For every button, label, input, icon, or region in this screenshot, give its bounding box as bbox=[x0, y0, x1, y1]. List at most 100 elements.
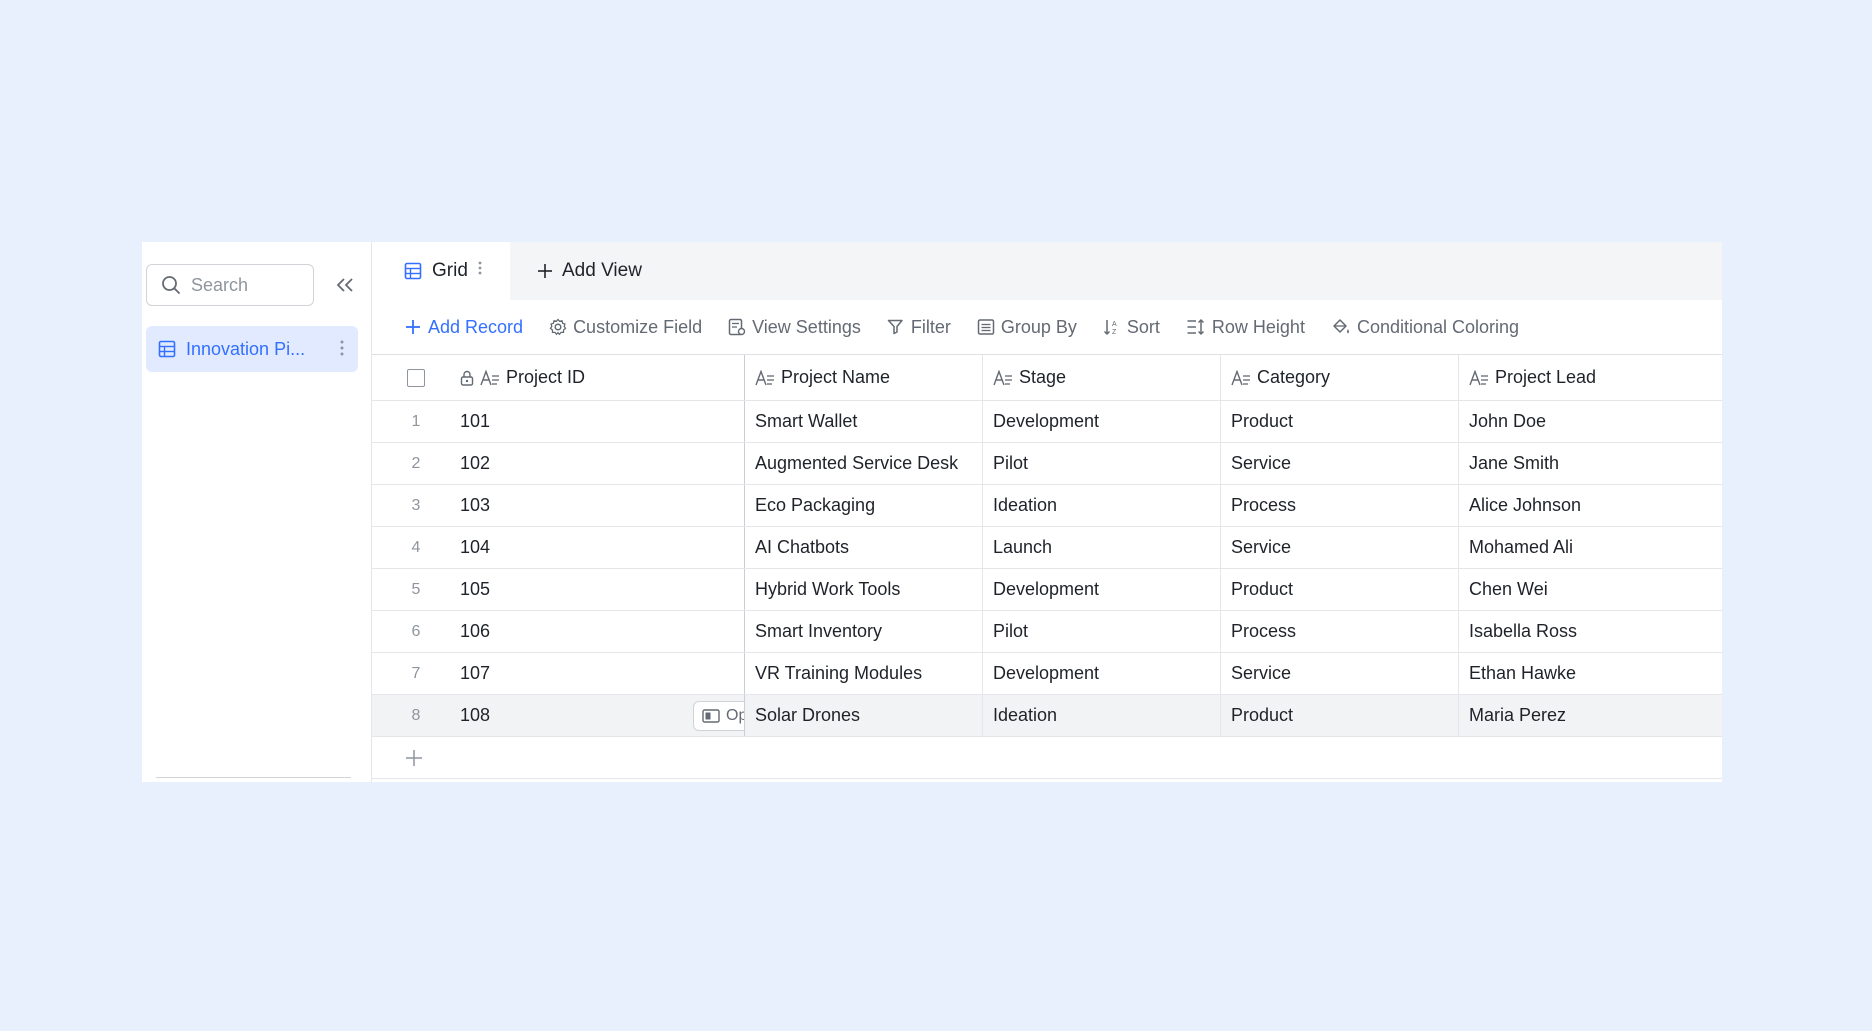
tab-grid-label: Grid bbox=[432, 260, 468, 281]
cell-project-name[interactable]: VR Training Modules bbox=[745, 653, 983, 694]
select-all-cell[interactable] bbox=[372, 355, 460, 400]
row-index: 1 bbox=[411, 412, 421, 430]
text-field-icon bbox=[755, 369, 775, 386]
search-icon bbox=[162, 276, 180, 294]
cell-project-lead[interactable]: Isabella Ross bbox=[1459, 611, 1722, 652]
column-header-category[interactable]: Category bbox=[1221, 355, 1459, 400]
select-all-checkbox[interactable] bbox=[407, 368, 425, 387]
cell-project-id[interactable]: 105 bbox=[460, 569, 745, 610]
table-row[interactable]: 5 105 Hybrid Work Tools Development Prod… bbox=[372, 569, 1722, 611]
column-header-label: Stage bbox=[1019, 367, 1067, 387]
row-height-icon bbox=[1187, 318, 1204, 336]
cell-project-name[interactable]: Eco Packaging bbox=[745, 485, 983, 526]
cell-project-name[interactable]: Hybrid Work Tools bbox=[745, 569, 983, 610]
column-header-project-name[interactable]: Project Name bbox=[745, 355, 983, 400]
row-index: 6 bbox=[411, 622, 421, 640]
cell-project-lead[interactable]: Jane Smith bbox=[1459, 443, 1722, 484]
customize-field-button[interactable]: Customize Field bbox=[549, 317, 702, 338]
group-by-label: Group By bbox=[1000, 316, 1077, 337]
cell-project-name[interactable]: AI Chatbots bbox=[745, 527, 983, 568]
cell-stage[interactable]: Development bbox=[983, 569, 1221, 610]
main-panel: Grid Add View Add Record Customize Field bbox=[372, 242, 1722, 782]
view-settings-button[interactable]: View Settings bbox=[728, 317, 861, 338]
cell-category[interactable]: Service bbox=[1221, 653, 1459, 694]
double-chevron-left-icon bbox=[336, 278, 353, 292]
add-row-button[interactable] bbox=[372, 737, 1722, 779]
cell-project-lead[interactable]: Alice Johnson bbox=[1459, 485, 1722, 526]
sort-button[interactable]: AZ Sort bbox=[1103, 317, 1160, 338]
cell-project-name[interactable]: Smart Inventory bbox=[745, 611, 983, 652]
column-header-label: Project Name bbox=[781, 367, 891, 387]
plus-icon bbox=[406, 749, 422, 766]
cell-project-id[interactable]: 107 bbox=[460, 653, 745, 694]
group-by-button[interactable]: Group By bbox=[977, 317, 1077, 338]
text-field-icon bbox=[1231, 369, 1251, 386]
tab-grid[interactable]: Grid bbox=[372, 242, 510, 300]
column-header-stage[interactable]: Stage bbox=[983, 355, 1221, 400]
row-index: 2 bbox=[411, 454, 421, 472]
cell-project-id[interactable]: 103 bbox=[460, 485, 745, 526]
table-row[interactable]: 6 106 Smart Inventory Pilot Process Isab… bbox=[372, 611, 1722, 653]
view-tabbar: Grid Add View bbox=[372, 242, 1722, 300]
add-view-label: Add View bbox=[562, 260, 642, 281]
table-row[interactable]: 3 103 Eco Packaging Ideation Process Ali… bbox=[372, 485, 1722, 527]
cell-stage[interactable]: Ideation bbox=[983, 695, 1221, 736]
conditional-coloring-button[interactable]: Conditional Coloring bbox=[1331, 317, 1519, 338]
view-settings-label: View Settings bbox=[752, 316, 861, 337]
cell-project-name[interactable]: Solar Drones bbox=[745, 695, 983, 736]
cell-project-lead[interactable]: Ethan Hawke bbox=[1459, 653, 1722, 694]
paint-bucket-icon bbox=[1333, 319, 1349, 334]
open-record-button[interactable]: Open bbox=[693, 701, 744, 731]
cell-project-lead[interactable]: Maria Perez bbox=[1459, 695, 1722, 736]
cell-category[interactable]: Service bbox=[1221, 527, 1459, 568]
table-row[interactable]: 2 102 Augmented Service Desk Pilot Servi… bbox=[372, 443, 1722, 485]
table-row[interactable]: 1 101 Smart Wallet Development Product J… bbox=[372, 401, 1722, 443]
lock-icon bbox=[460, 370, 474, 386]
row-index: 5 bbox=[411, 580, 421, 598]
cell-category[interactable]: Product bbox=[1221, 695, 1459, 736]
sidebar-item-innovation-pipeline[interactable]: Innovation Pi... bbox=[146, 326, 358, 372]
cell-project-name[interactable]: Augmented Service Desk bbox=[745, 443, 983, 484]
cell-stage[interactable]: Development bbox=[983, 653, 1221, 694]
cell-project-id[interactable]: 101 bbox=[460, 401, 745, 442]
table-row[interactable]: 7 107 VR Training Modules Development Se… bbox=[372, 653, 1722, 695]
cell-category[interactable]: Process bbox=[1221, 611, 1459, 652]
grid-view-icon bbox=[404, 262, 422, 280]
add-view-button[interactable]: Add View bbox=[510, 242, 642, 300]
cell-stage[interactable]: Pilot bbox=[983, 443, 1221, 484]
cell-project-id[interactable]: 106 bbox=[460, 611, 745, 652]
cell-category[interactable]: Product bbox=[1221, 401, 1459, 442]
table-row[interactable]: 4 104 AI Chatbots Launch Service Mohamed… bbox=[372, 527, 1722, 569]
table-row[interactable]: 8 108 Open Solar Drones Ideation Product… bbox=[372, 695, 1722, 737]
table-icon bbox=[158, 340, 176, 358]
collapse-sidebar-button[interactable] bbox=[332, 272, 358, 298]
column-header-label: Project Lead bbox=[1495, 367, 1597, 387]
cell-category[interactable]: Product bbox=[1221, 569, 1459, 610]
cell-project-name[interactable]: Smart Wallet bbox=[745, 401, 983, 442]
cell-project-id[interactable]: 102 bbox=[460, 443, 745, 484]
more-vertical-icon[interactable] bbox=[340, 339, 344, 362]
column-header-project-id[interactable]: Project ID bbox=[460, 355, 745, 400]
cell-stage[interactable]: Development bbox=[983, 401, 1221, 442]
row-index: 7 bbox=[411, 664, 421, 682]
cell-project-lead[interactable]: Mohamed Ali bbox=[1459, 527, 1722, 568]
cell-stage[interactable]: Ideation bbox=[983, 485, 1221, 526]
cell-category[interactable]: Process bbox=[1221, 485, 1459, 526]
cell-stage[interactable]: Launch bbox=[983, 527, 1221, 568]
cell-stage[interactable]: Pilot bbox=[983, 611, 1221, 652]
filter-button[interactable]: Filter bbox=[887, 317, 951, 338]
toolbar: Add Record Customize Field View Settings… bbox=[372, 300, 1722, 355]
plus-icon bbox=[538, 264, 552, 278]
row-height-button[interactable]: Row Height bbox=[1186, 317, 1305, 338]
more-vertical-icon[interactable] bbox=[478, 260, 482, 282]
cell-project-lead[interactable]: Chen Wei bbox=[1459, 569, 1722, 610]
cell-category[interactable]: Service bbox=[1221, 443, 1459, 484]
cell-project-lead[interactable]: John Doe bbox=[1459, 401, 1722, 442]
column-header-project-lead[interactable]: Project Lead bbox=[1459, 355, 1722, 400]
cell-project-id[interactable]: 108 Open bbox=[460, 695, 745, 736]
row-height-label: Row Height bbox=[1211, 316, 1305, 337]
cell-project-id[interactable]: 104 bbox=[460, 527, 745, 568]
add-record-button[interactable]: Add Record bbox=[404, 317, 523, 338]
search-input[interactable]: Search bbox=[146, 264, 314, 306]
text-field-icon bbox=[480, 369, 500, 386]
